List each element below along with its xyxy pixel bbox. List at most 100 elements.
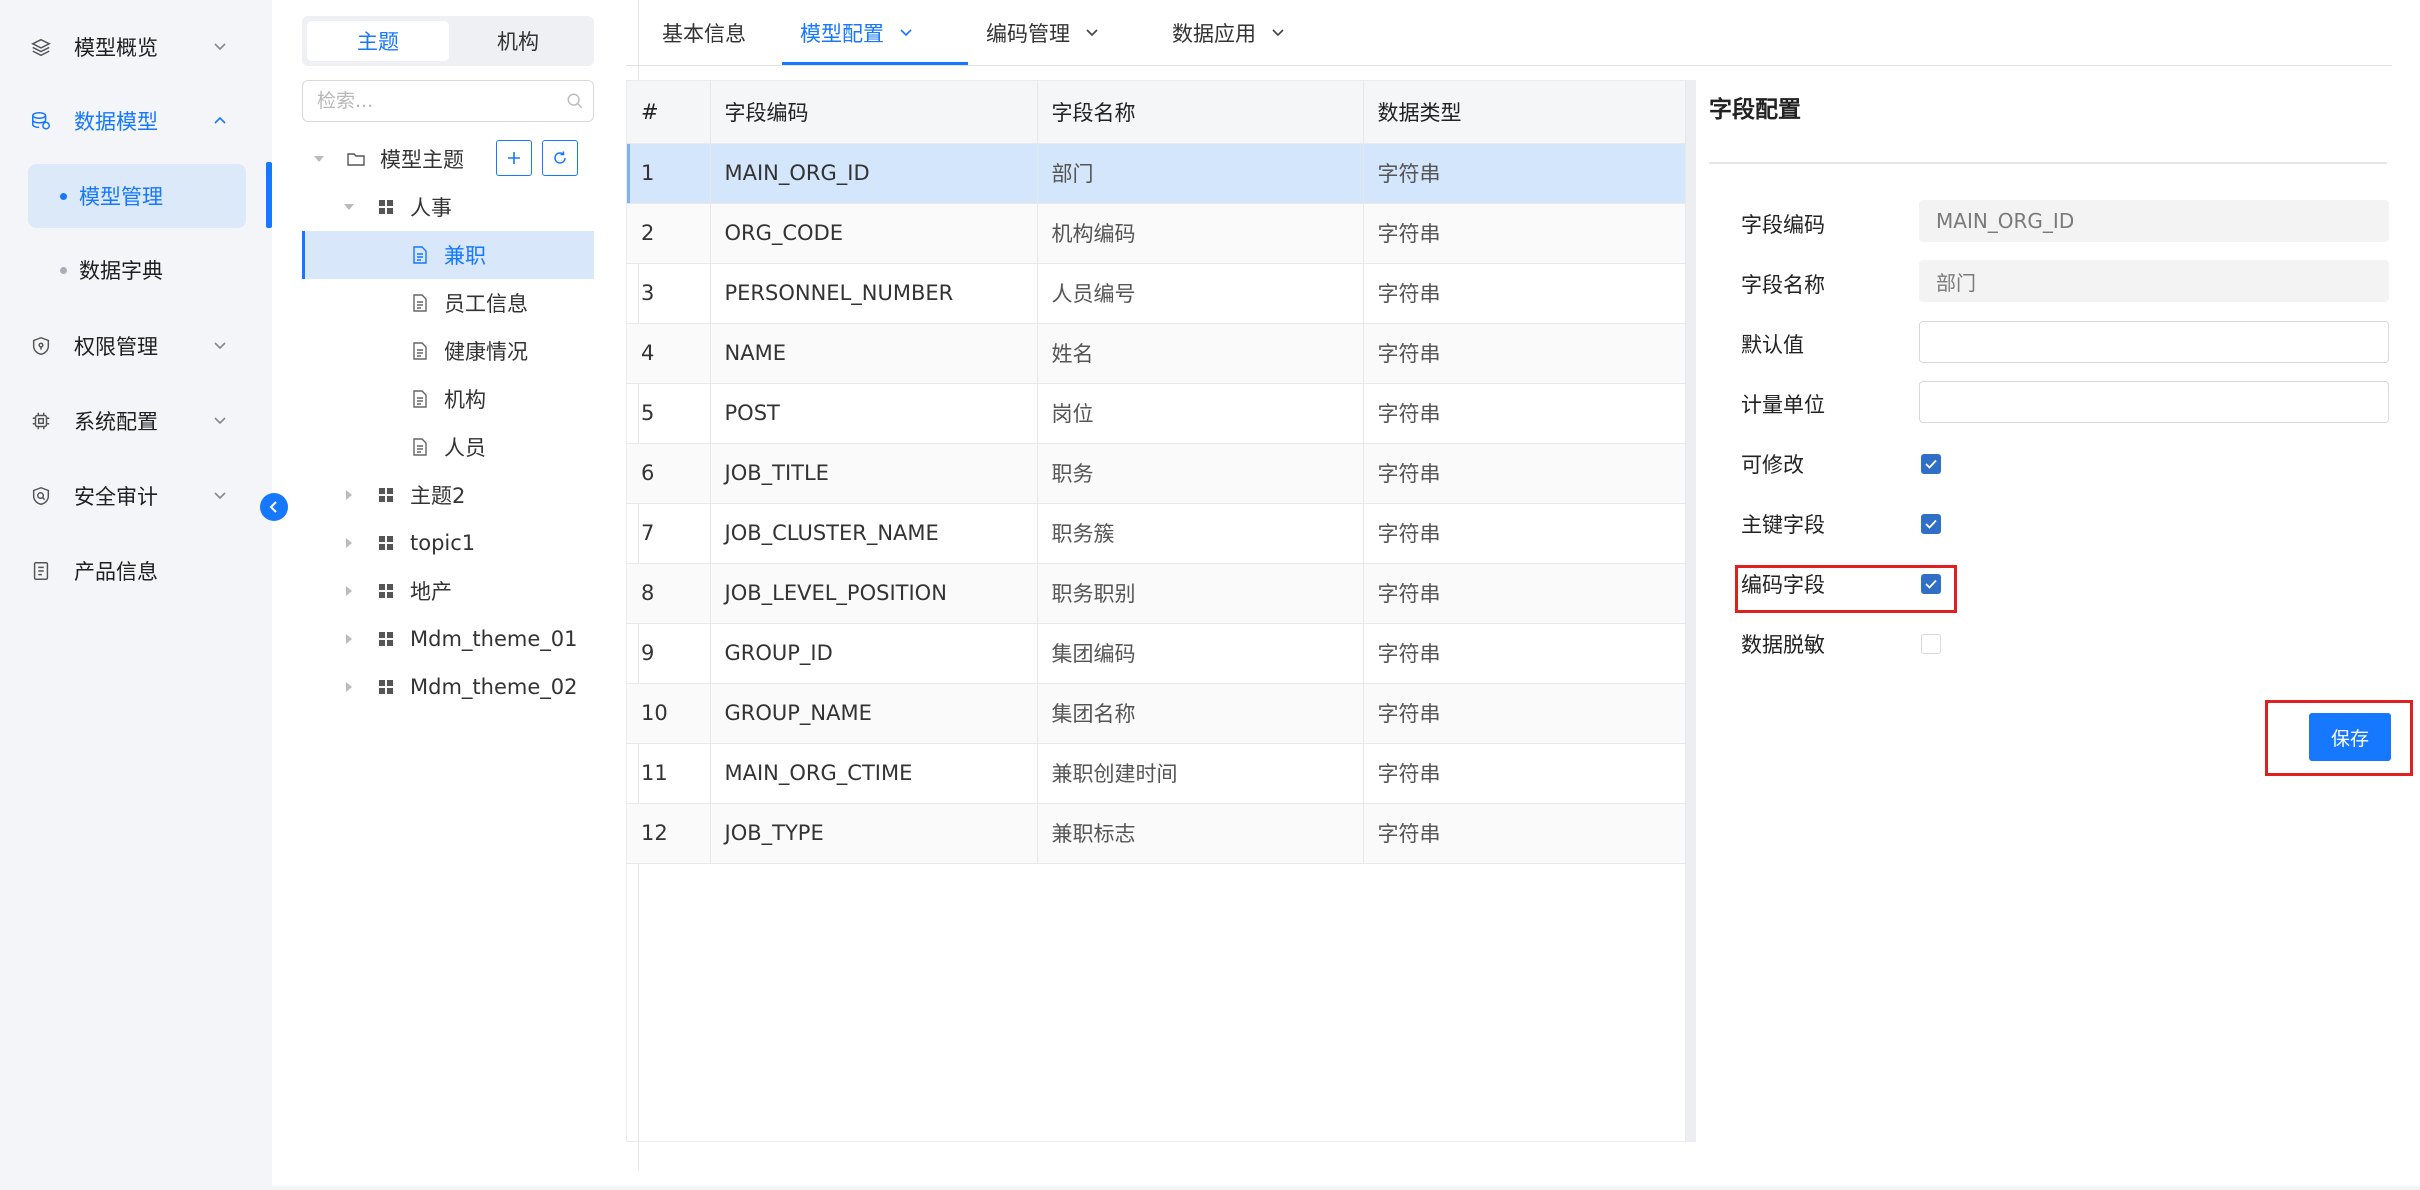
table-row[interactable]: 12 JOB_TYPE 兼职标志 字符串: [627, 803, 1686, 864]
nav-item-system-config[interactable]: 系统配置: [30, 391, 240, 451]
table-row[interactable]: 5 POST 岗位 字符串: [627, 383, 1686, 444]
default-value-input[interactable]: [1919, 321, 2389, 363]
tab-model-config[interactable]: 模型配置: [800, 0, 914, 66]
caret-down-icon: [342, 200, 356, 214]
table-row[interactable]: 2 ORG_CODE 机构编码 字符串: [627, 203, 1686, 264]
cell-data-type: 字符串: [1363, 203, 1686, 264]
table-row[interactable]: 7 JOB_CLUSTER_NAME 职务簇 字符串: [627, 503, 1686, 564]
nav-item-label: 模型概览: [74, 36, 158, 60]
tree-node-topic[interactable]: Mdm_theme_01: [342, 616, 577, 662]
primary-key-checkbox[interactable]: [1921, 514, 1941, 534]
field-config-panel: 字段配置 字段编码 字段名称 默认值 计量单位 可修改 主键字段 编码字段 数据…: [1709, 80, 2389, 1180]
cell-index: 12: [627, 803, 711, 864]
cell-field-name: 职务职别: [1037, 563, 1364, 624]
chevron-down-icon: [900, 29, 912, 37]
tree-node-model-selected[interactable]: 兼职: [410, 232, 486, 278]
grid-icon: [376, 197, 396, 217]
desensitize-checkbox[interactable]: [1921, 634, 1941, 654]
nav-item-data-model[interactable]: 数据模型: [30, 91, 240, 151]
table-row[interactable]: 11 MAIN_ORG_CTIME 兼职创建时间 字符串: [627, 743, 1686, 804]
cell-field-name: 职务簇: [1037, 503, 1364, 564]
unit-input[interactable]: [1919, 381, 2389, 423]
grid-icon: [376, 533, 396, 553]
tree-node-label: 人员: [444, 436, 486, 460]
chevron-left-icon: [269, 501, 277, 513]
cell-field-name: 兼职创建时间: [1037, 743, 1364, 804]
cell-index: 11: [627, 743, 711, 804]
cell-field-name: 姓名: [1037, 323, 1364, 384]
table-row[interactable]: 1 MAIN_ORG_ID 部门 字符串: [627, 143, 1686, 204]
cell-index: 9: [627, 623, 711, 684]
table-row[interactable]: 4 NAME 姓名 字符串: [627, 323, 1686, 384]
cell-index: 2: [627, 203, 711, 264]
tree-node-label: 主题2: [410, 484, 466, 508]
tree-node-model[interactable]: 健康情况: [410, 328, 528, 374]
label-primary-key: 主键字段: [1741, 513, 1825, 537]
tree-node-label: 机构: [444, 388, 486, 412]
search-icon[interactable]: [566, 92, 584, 110]
segmented-control: 主题 机构: [302, 16, 594, 66]
nav-subitem-data-dictionary[interactable]: 数据字典: [28, 238, 246, 302]
add-node-button[interactable]: [496, 140, 532, 176]
tree-node-label: Mdm_theme_02: [410, 675, 578, 699]
cell-index: 5: [627, 383, 711, 444]
modifiable-checkbox[interactable]: [1921, 454, 1941, 474]
cell-field-name: 岗位: [1037, 383, 1364, 444]
tree-search-input[interactable]: [302, 80, 594, 122]
tree-node-model[interactable]: 机构: [410, 376, 486, 422]
refresh-tree-button[interactable]: [542, 140, 578, 176]
tree-node-topic[interactable]: Mdm_theme_02: [342, 664, 577, 710]
nav-item-model-overview[interactable]: 模型概览: [30, 17, 240, 77]
segment-topic[interactable]: 主题: [307, 21, 449, 61]
nav-item-label: 权限管理: [74, 335, 158, 359]
tab-code-management[interactable]: 编码管理: [986, 0, 1100, 66]
plus-icon: [508, 152, 520, 164]
field-code-input[interactable]: [1919, 200, 2389, 242]
tab-label: 数据应用: [1172, 22, 1256, 46]
grid-icon: [376, 677, 396, 697]
folder-icon: [346, 149, 366, 169]
panel-title: 字段配置: [1709, 97, 1801, 123]
cell-index: 7: [627, 503, 711, 564]
cell-data-type: 字符串: [1363, 683, 1686, 744]
table-scrollbar[interactable]: [1686, 80, 1696, 1142]
tree-node-topic[interactable]: topic1: [342, 520, 475, 566]
cell-data-type: 字符串: [1363, 143, 1686, 204]
tree-node-model[interactable]: 人员: [410, 424, 486, 470]
table-row[interactable]: 8 JOB_LEVEL_POSITION 职务职别 字符串: [627, 563, 1686, 624]
document-icon: [410, 389, 430, 409]
tab-basic-info[interactable]: 基本信息: [662, 0, 746, 66]
cell-field-name: 职务: [1037, 443, 1364, 504]
tree-node-topic[interactable]: 主题2: [342, 472, 465, 518]
nav-item-security-audit[interactable]: 安全审计: [30, 466, 240, 526]
layers-icon: [30, 36, 52, 58]
label-desensitize: 数据脱敏: [1741, 633, 1825, 657]
field-table-container: # 字段编码 字段名称 数据类型 1 MAIN_ORG_ID 部门 字符串 2 ORG_C…: [626, 80, 1686, 1142]
save-button[interactable]: 保存: [2309, 713, 2391, 761]
collapse-sidebar-button[interactable]: [260, 493, 288, 521]
tree-node-model[interactable]: 员工信息: [410, 280, 528, 326]
cell-field-code: POST: [710, 383, 1038, 444]
nav-item-product-info[interactable]: 产品信息: [30, 541, 240, 601]
chevron-down-icon: [214, 492, 226, 500]
nav-item-permission[interactable]: 权限管理: [30, 316, 240, 376]
tree-node-label: Mdm_theme_01: [410, 627, 578, 651]
tree-node-topic[interactable]: 人事: [342, 184, 452, 230]
table-row[interactable]: 10 GROUP_NAME 集团名称 字符串: [627, 683, 1686, 744]
chevron-down-icon: [214, 417, 226, 425]
label-field-code: 字段编码: [1741, 213, 1825, 237]
nav-subitem-model-management[interactable]: 模型管理: [28, 164, 246, 228]
table-row[interactable]: 6 JOB_TITLE 职务 字符串: [627, 443, 1686, 504]
bullet-icon: [60, 266, 67, 274]
divider: [1709, 162, 2387, 164]
field-name-input[interactable]: [1919, 260, 2389, 302]
segment-organization[interactable]: 机构: [447, 21, 589, 61]
tree-node-topic[interactable]: 地产: [342, 568, 452, 614]
tree-node-root[interactable]: 模型主题: [312, 136, 464, 182]
tab-data-application[interactable]: 数据应用: [1172, 0, 1286, 66]
nav-subitem-label: 模型管理: [79, 185, 163, 209]
table-row[interactable]: 3 PERSONNEL_NUMBER 人员编号 字符串: [627, 263, 1686, 324]
cell-index: 3: [627, 263, 711, 324]
table-row[interactable]: 9 GROUP_ID 集团编码 字符串: [627, 623, 1686, 684]
chevron-down-icon: [1272, 29, 1284, 37]
